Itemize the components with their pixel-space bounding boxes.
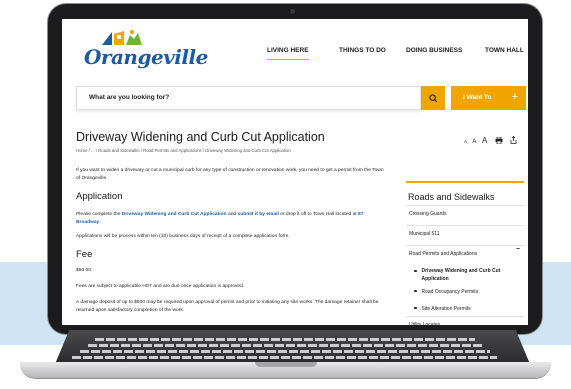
application-heading: Application	[76, 191, 123, 202]
bullet-icon	[414, 289, 417, 293]
application-form-link[interactable]: Driveway Widening and Curb Cut Applicati…	[122, 212, 227, 217]
nav-doing-business[interactable]: DOING BUSINESS	[406, 47, 462, 54]
nav-things-to-do[interactable]: THINGS TO DO	[339, 47, 386, 54]
text-size-medium[interactable]: A	[472, 139, 476, 145]
sidebar-item-utility-locates[interactable]: Utility Locates	[406, 316, 524, 325]
search-icon	[428, 93, 437, 102]
submit-email-link[interactable]: submit it by email	[238, 212, 279, 217]
sidebar-subitem-label: Site Alteration Permits	[421, 306, 471, 312]
webcam	[290, 9, 295, 14]
text-size-small[interactable]: A	[464, 139, 467, 144]
sidebar-subitem-road-occupancy[interactable]: Road Occupancy Permits	[414, 289, 524, 295]
plus-icon: +	[511, 91, 518, 103]
text-size-large[interactable]: A	[482, 136, 487, 145]
search-input[interactable]: What are you looking for?	[76, 86, 421, 110]
intro-paragraph: If you want to widen a driveway or cut a…	[76, 168, 384, 181]
keyboard-row	[80, 350, 490, 353]
search-bar: What are you looking for? I Want To +	[76, 86, 526, 110]
keyboard-row	[88, 344, 483, 347]
application-text: Please complete the	[76, 212, 122, 217]
bullet-icon	[414, 269, 417, 272]
sidebar-accent-bar	[406, 181, 524, 183]
bullet-icon	[414, 306, 417, 310]
breadcrumb[interactable]: Home / ... / Roads and Sidewalks / Road …	[76, 148, 291, 153]
search-button[interactable]	[421, 86, 445, 110]
nav-town-hall[interactable]: TOWN HALL	[485, 47, 524, 54]
fee-heading: Fee	[76, 249, 93, 260]
laptop-screen: Orangeville LIVING HERE THINGS TO DO DOI…	[62, 19, 528, 325]
i-want-to-button[interactable]: I Want To +	[451, 86, 526, 110]
i-want-to-label: I Want To	[463, 94, 492, 101]
application-paragraph: Please complete the Driveway Widening an…	[76, 211, 388, 227]
nav-living-here[interactable]: LIVING HERE	[267, 47, 309, 60]
page-tools: A A A	[464, 135, 517, 145]
print-icon[interactable]	[495, 136, 503, 145]
sidebar-item-crossing-guards[interactable]: Crossing Guards	[406, 205, 524, 225]
fee-hst-paragraph: Fees are subject to applicable HST and a…	[76, 284, 245, 289]
application-text: .	[99, 220, 101, 225]
sidebar-item-municipal-511[interactable]: Municipal 511	[406, 225, 524, 245]
logo-wordmark: Orangeville	[84, 45, 208, 69]
sidebar-subitem-label: Driveway Widening and Curb Cut Applicati…	[421, 268, 501, 282]
share-icon[interactable]	[510, 135, 517, 144]
laptop-lid: Orangeville LIVING HERE THINGS TO DO DOI…	[48, 4, 542, 334]
sidebar-subitem-driveway-widening[interactable]: Driveway Widening and Curb Cut Applicati…	[414, 267, 524, 283]
sidebar-item-road-permits[interactable]: Road Permits and Applications −	[406, 245, 524, 265]
application-text: or drop it off to Town Hall located at	[278, 212, 359, 217]
sidebar-subitem-site-alteration[interactable]: Site Alteration Permits	[414, 306, 524, 312]
sidebar-subitem-label: Road Occupancy Permits	[421, 289, 479, 295]
site-logo[interactable]: Orangeville	[84, 29, 208, 69]
sidebar-title: Roads and Sidewalks	[408, 192, 495, 202]
page-title: Driveway Widening and Curb Cut Applicati…	[76, 130, 325, 144]
keyboard-row	[72, 356, 497, 359]
sidebar-item-label: Road Permits and Applications	[409, 251, 478, 257]
damage-deposit-paragraph: A damage deposit of up to $500 may be re…	[76, 300, 379, 313]
keyboard-row	[95, 338, 475, 341]
collapse-icon[interactable]: −	[516, 246, 520, 253]
site-header: Orangeville LIVING HERE THINGS TO DO DOI…	[62, 19, 528, 77]
laptop-notch	[255, 362, 317, 367]
fee-amount: $50.00	[76, 268, 91, 273]
processing-paragraph: Applications will be process within ten …	[76, 234, 290, 239]
application-text: and	[226, 212, 238, 217]
